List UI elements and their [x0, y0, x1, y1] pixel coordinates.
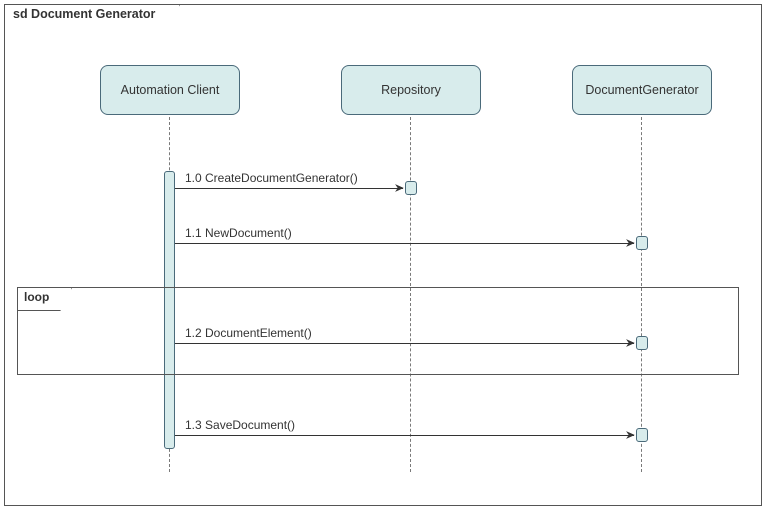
lifeline-repository: Repository: [341, 65, 481, 115]
execution-spec: [636, 336, 648, 350]
lifeline-document-generator: DocumentGenerator: [572, 65, 712, 115]
lifeline-automation-client: Automation Client: [100, 65, 240, 115]
execution-spec: [636, 236, 648, 250]
message-label: 1.0 CreateDocumentGenerator(): [185, 171, 358, 185]
frame-title: sd Document Generator: [4, 4, 180, 29]
message-arrow: [175, 243, 634, 244]
message-arrow: [175, 435, 634, 436]
execution-spec: [405, 181, 417, 195]
message-arrow: [175, 343, 634, 344]
execution-spec: [636, 428, 648, 442]
loop-label: loop: [17, 287, 72, 311]
message-label: 1.1 NewDocument(): [185, 226, 292, 240]
message-label: 1.2 DocumentElement(): [185, 326, 312, 340]
loop-fragment: loop: [17, 287, 739, 375]
sequence-diagram-frame: sd Document Generator Automation Client …: [4, 4, 762, 506]
message-label: 1.3 SaveDocument(): [185, 418, 295, 432]
message-arrow: [175, 188, 403, 189]
